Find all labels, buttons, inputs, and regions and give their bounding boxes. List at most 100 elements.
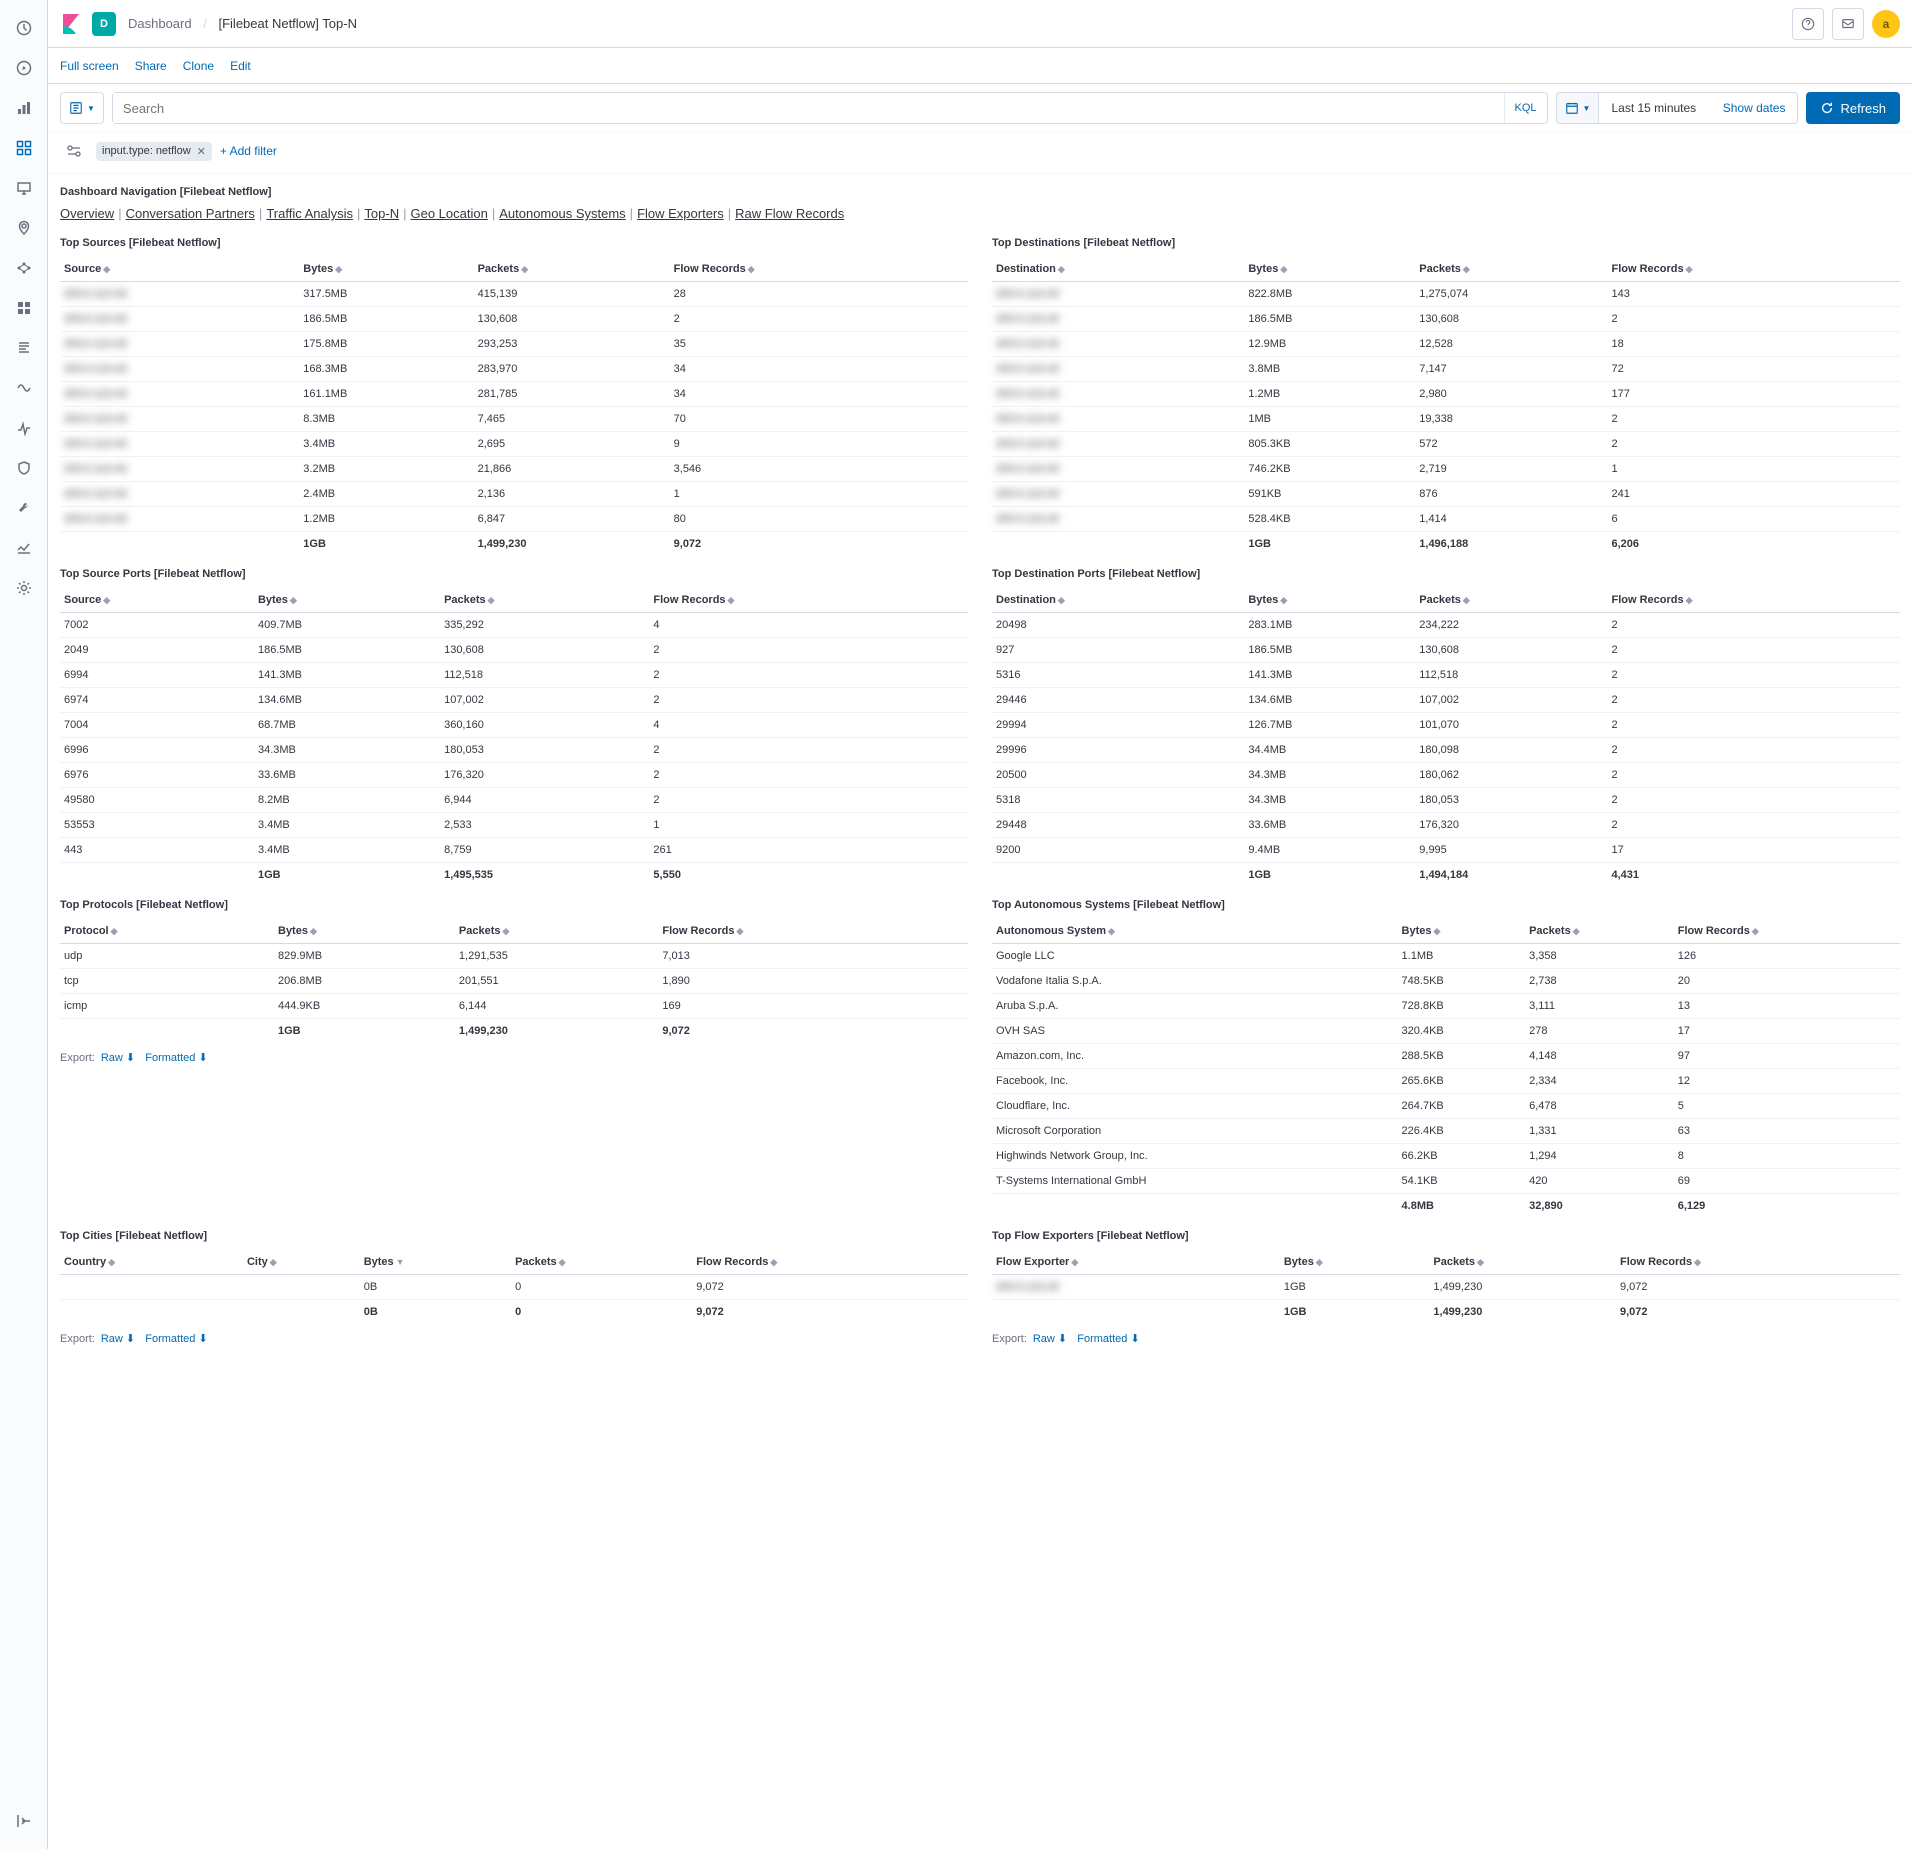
column-header[interactable]: Source◆: [60, 257, 299, 282]
column-header[interactable]: Packets◆: [474, 257, 670, 282]
show-dates-link[interactable]: Show dates: [1723, 101, 1786, 115]
panel-title: Top Destination Ports [Filebeat Netflow]: [992, 568, 1900, 580]
table-cell: 203.0.113.42: [992, 1275, 1280, 1300]
date-quick-select[interactable]: ▼: [1556, 92, 1599, 124]
export-formatted-link[interactable]: Formatted ⬇: [1077, 1333, 1139, 1345]
nav-monitoring-icon[interactable]: [8, 532, 40, 564]
column-header[interactable]: Bytes◆: [274, 919, 455, 944]
export-raw-link[interactable]: Raw ⬇: [101, 1052, 135, 1064]
nav-ml-icon[interactable]: [8, 252, 40, 284]
filter-pill[interactable]: input.type: netflow ✕: [96, 142, 212, 161]
nav-discover-icon[interactable]: [8, 52, 40, 84]
nav-link-top-n[interactable]: Top-N: [364, 206, 399, 221]
filter-options-icon[interactable]: [60, 137, 88, 165]
nav-link-overview[interactable]: Overview: [60, 206, 114, 221]
export-raw-link[interactable]: Raw ⬇: [1033, 1333, 1067, 1345]
menu-edit[interactable]: Edit: [230, 59, 251, 73]
table-row: 697633.6MB176,3202: [60, 763, 968, 788]
table-cell: 203.0.113.42: [60, 407, 299, 432]
table-cell: 0: [511, 1275, 692, 1300]
column-header[interactable]: Bytes▼: [360, 1250, 511, 1275]
sort-icon: ◆: [1477, 1257, 1484, 1267]
table-cell: 9: [670, 432, 968, 457]
column-header[interactable]: Packets◆: [1415, 257, 1607, 282]
table-cell: 203.0.113.42: [60, 432, 299, 457]
table-cell: 2: [1607, 738, 1900, 763]
column-header[interactable]: Destination◆: [992, 588, 1244, 613]
breadcrumb-root[interactable]: Dashboard: [128, 16, 192, 31]
user-avatar[interactable]: a: [1872, 10, 1900, 38]
table-cell: [992, 1300, 1280, 1325]
nav-link-raw-flow-records[interactable]: Raw Flow Records: [735, 206, 844, 221]
filter-pill-remove-icon[interactable]: ✕: [197, 145, 206, 158]
nav-dashboard-icon[interactable]: [8, 132, 40, 164]
menu-clone[interactable]: Clone: [183, 59, 214, 73]
column-header[interactable]: Flow Exporter◆: [992, 1250, 1280, 1275]
table-cell: 7,147: [1415, 357, 1607, 382]
saved-queries-button[interactable]: ▼: [60, 92, 104, 124]
column-header[interactable]: Flow Records◆: [670, 257, 968, 282]
column-header[interactable]: Packets◆: [455, 919, 658, 944]
export-raw-link[interactable]: Raw ⬇: [101, 1333, 135, 1345]
nav-siem-icon[interactable]: [8, 452, 40, 484]
panel-title: Top Protocols [Filebeat Netflow]: [60, 899, 968, 911]
column-header[interactable]: Flow Records◆: [1616, 1250, 1900, 1275]
column-header[interactable]: Bytes◆: [1398, 919, 1526, 944]
search-input[interactable]: [113, 93, 1504, 123]
nav-management-icon[interactable]: [8, 572, 40, 604]
add-filter-link[interactable]: + Add filter: [220, 144, 277, 158]
column-header[interactable]: Bytes◆: [254, 588, 440, 613]
menu-full-screen[interactable]: Full screen: [60, 59, 119, 73]
nav-maps-icon[interactable]: [8, 212, 40, 244]
kql-toggle[interactable]: KQL: [1504, 93, 1547, 123]
column-header[interactable]: Flow Records◆: [1607, 257, 1900, 282]
nav-logs-icon[interactable]: [8, 332, 40, 364]
table-row: Aruba S.p.A.728.8KB3,11113: [992, 994, 1900, 1019]
sidebar-collapse-icon[interactable]: [8, 1805, 40, 1837]
column-header[interactable]: Flow Records◆: [658, 919, 968, 944]
nav-link-conversation-partners[interactable]: Conversation Partners: [126, 206, 255, 221]
data-table: Destination◆Bytes◆Packets◆Flow Records◆2…: [992, 257, 1900, 556]
nav-apm-icon[interactable]: [8, 372, 40, 404]
table-cell: 54.1KB: [1398, 1169, 1526, 1194]
column-header[interactable]: Country◆: [60, 1250, 243, 1275]
column-header[interactable]: Packets◆: [511, 1250, 692, 1275]
newsfeed-icon[interactable]: [1832, 8, 1864, 40]
column-header[interactable]: Flow Records◆: [649, 588, 968, 613]
nav-uptime-icon[interactable]: [8, 412, 40, 444]
column-header[interactable]: Flow Records◆: [692, 1250, 968, 1275]
column-header[interactable]: Destination◆: [992, 257, 1244, 282]
column-header[interactable]: Bytes◆: [1280, 1250, 1430, 1275]
table-cell: 168.3MB: [299, 357, 473, 382]
nav-dev-tools-icon[interactable]: [8, 492, 40, 524]
menu-share[interactable]: Share: [135, 59, 167, 73]
column-header[interactable]: Packets◆: [1429, 1250, 1616, 1275]
date-range-display[interactable]: Last 15 minutes Show dates: [1598, 92, 1798, 124]
column-header[interactable]: Packets◆: [1415, 588, 1607, 613]
column-header[interactable]: Flow Records◆: [1674, 919, 1900, 944]
column-header[interactable]: Bytes◆: [299, 257, 473, 282]
column-header[interactable]: Autonomous System◆: [992, 919, 1398, 944]
column-header[interactable]: Protocol◆: [60, 919, 274, 944]
nav-link-traffic-analysis[interactable]: Traffic Analysis: [266, 206, 353, 221]
nav-link-geo-location[interactable]: Geo Location: [410, 206, 487, 221]
column-header[interactable]: City◆: [243, 1250, 360, 1275]
column-header[interactable]: Bytes◆: [1244, 588, 1415, 613]
table-cell: 6994: [60, 663, 254, 688]
column-header[interactable]: Packets◆: [440, 588, 649, 613]
column-header[interactable]: Flow Records◆: [1607, 588, 1900, 613]
nav-link-autonomous-systems[interactable]: Autonomous Systems: [499, 206, 625, 221]
export-formatted-link[interactable]: Formatted ⬇: [145, 1333, 207, 1345]
nav-visualize-icon[interactable]: [8, 92, 40, 124]
nav-canvas-icon[interactable]: [8, 172, 40, 204]
nav-recent-icon[interactable]: [8, 12, 40, 44]
refresh-button[interactable]: Refresh: [1806, 92, 1900, 124]
column-header[interactable]: Source◆: [60, 588, 254, 613]
column-header[interactable]: Bytes◆: [1244, 257, 1415, 282]
table-cell: 126.7MB: [1244, 713, 1415, 738]
nav-infra-icon[interactable]: [8, 292, 40, 324]
nav-link-flow-exporters[interactable]: Flow Exporters: [637, 206, 724, 221]
column-header[interactable]: Packets◆: [1525, 919, 1674, 944]
export-formatted-link[interactable]: Formatted ⬇: [145, 1052, 207, 1064]
help-icon[interactable]: [1792, 8, 1824, 40]
